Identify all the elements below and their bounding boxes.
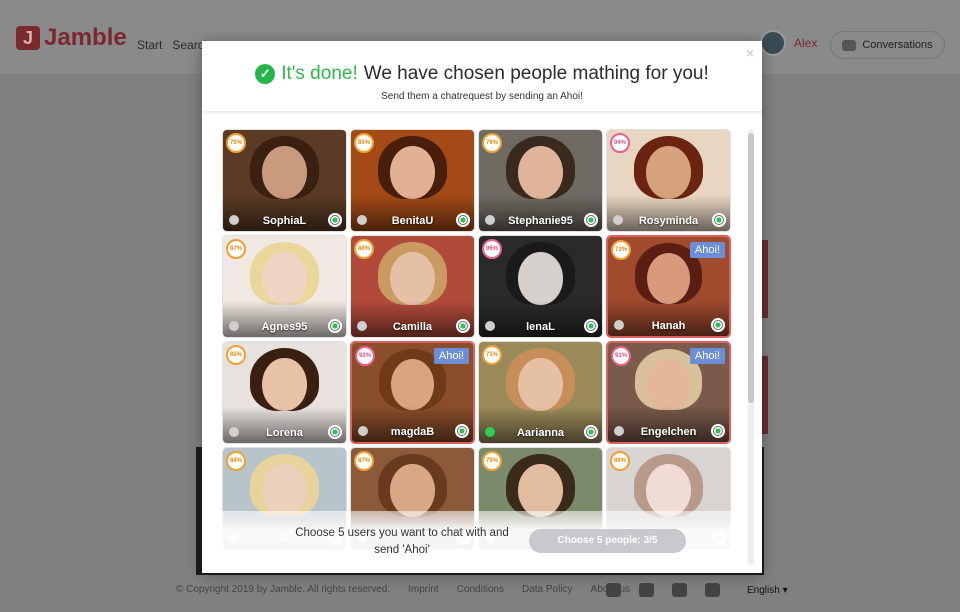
- nav-start[interactable]: Start: [137, 38, 162, 52]
- match-percentage-badge: 89%: [610, 451, 630, 471]
- choose-people-button[interactable]: Choose 5 people: 3/5: [529, 529, 686, 553]
- photo-face: [390, 464, 435, 517]
- footer-link-data-policy[interactable]: Data Policy: [522, 584, 573, 595]
- select-toggle-icon[interactable]: [712, 213, 726, 227]
- photo-face: [518, 252, 563, 305]
- photo-face: [262, 358, 307, 411]
- match-percentage-badge: 76%: [482, 133, 502, 153]
- footer-link-conditions[interactable]: Conditions: [457, 584, 504, 595]
- user-menu[interactable]: Alex: [760, 30, 817, 56]
- select-toggle-icon[interactable]: [328, 319, 342, 333]
- select-toggle-icon[interactable]: [584, 319, 598, 333]
- profile-card[interactable]: 71% Aarianna: [478, 341, 603, 444]
- youtube-icon[interactable]: [639, 583, 654, 597]
- match-percentage-badge: 85%: [354, 133, 374, 153]
- select-toggle-icon[interactable]: [455, 424, 469, 438]
- instagram-icon[interactable]: [705, 583, 720, 597]
- profile-card[interactable]: 94% Rosyminda: [606, 129, 731, 232]
- match-percentage-badge: 75%: [226, 133, 246, 153]
- profile-card[interactable]: 85% BenitaU: [350, 129, 475, 232]
- profile-card[interactable]: 88% Camilla: [350, 235, 475, 338]
- conversations-button[interactable]: Conversations: [830, 31, 945, 59]
- facebook-icon[interactable]: [672, 583, 687, 597]
- photo-face: [518, 358, 563, 411]
- photo-face: [262, 464, 307, 517]
- photo-face: [518, 146, 563, 199]
- profile-card[interactable]: 75% SophiaL: [222, 129, 347, 232]
- photo-face: [390, 252, 435, 305]
- select-toggle-icon[interactable]: [456, 319, 470, 333]
- title-text: We have chosen people mathing for you!: [363, 63, 709, 84]
- divider: [202, 111, 762, 115]
- background-panel-accent: [762, 356, 768, 434]
- twitter-icon[interactable]: [606, 583, 621, 597]
- select-toggle-icon[interactable]: [456, 213, 470, 227]
- select-toggle-icon[interactable]: [328, 213, 342, 227]
- match-percentage-badge: 73%: [611, 240, 631, 260]
- logo-mark-icon: J: [16, 26, 40, 50]
- conversations-label: Conversations: [862, 39, 933, 51]
- match-percentage-badge: 91%: [611, 346, 631, 366]
- jamble-logo[interactable]: J Jamble: [16, 24, 127, 52]
- photo-face: [646, 464, 691, 517]
- footer-link-imprint[interactable]: Imprint: [408, 584, 439, 595]
- profile-card[interactable]: 76% Stephanie95: [478, 129, 603, 232]
- language-select[interactable]: English ▾: [747, 585, 788, 596]
- select-toggle-icon[interactable]: [584, 425, 598, 439]
- main-nav: Start Search: [137, 38, 210, 52]
- profile-card[interactable]: 85% Lorena: [222, 341, 347, 444]
- profile-card[interactable]: 96% lenaL: [478, 235, 603, 338]
- footer: © Copyright 2019 by Jamble. All rights r…: [176, 584, 630, 595]
- selection-instructions: Choose 5 users you want to chat with and…: [295, 527, 509, 556]
- profile-card[interactable]: 91% Ahoi! Engelchen: [606, 341, 731, 444]
- background-panel-accent: [762, 240, 768, 318]
- match-percentage-badge: 96%: [482, 239, 502, 259]
- photo-face: [262, 252, 307, 305]
- checkmark-icon: ✓: [255, 64, 276, 84]
- ahoi-badge: Ahoi!: [689, 242, 725, 258]
- photo-face: [262, 146, 307, 199]
- select-toggle-icon[interactable]: [711, 424, 725, 438]
- photo-face: [390, 146, 435, 199]
- match-percentage-badge: 87%: [354, 451, 374, 471]
- select-toggle-icon[interactable]: [584, 213, 598, 227]
- social-links: [606, 583, 720, 597]
- modal-subtitle: Send them a chatrequest by sending an Ah…: [381, 91, 583, 102]
- match-percentage-badge: 85%: [226, 345, 246, 365]
- scrollbar-thumb[interactable]: [748, 133, 754, 403]
- modal-title: ✓ It's done! We have chosen people mathi…: [202, 63, 762, 85]
- avatar[interactable]: [760, 30, 786, 56]
- match-modal: × ✓ It's done! We have chosen people mat…: [202, 41, 762, 573]
- profile-grid: 75% SophiaL 85% BenitaU 76% Stephanie95: [222, 129, 732, 550]
- match-percentage-badge: 87%: [226, 239, 246, 259]
- match-percentage-badge: 79%: [482, 451, 502, 471]
- title-done: It's done!: [281, 63, 358, 84]
- photo-face: [646, 146, 691, 199]
- select-toggle-icon[interactable]: [328, 425, 342, 439]
- close-icon[interactable]: ×: [746, 45, 754, 61]
- photo-face: [518, 464, 563, 517]
- profile-card[interactable]: 87% Agnes95: [222, 235, 347, 338]
- footer-copyright: © Copyright 2019 by Jamble. All rights r…: [176, 584, 391, 595]
- profile-card[interactable]: 92% Ahoi! magdaB: [350, 341, 475, 444]
- match-percentage-badge: 84%: [226, 451, 246, 471]
- logo-text: Jamble: [44, 24, 127, 51]
- chat-bubble-icon: [842, 39, 857, 51]
- user-name[interactable]: Alex: [794, 36, 817, 50]
- match-percentage-badge: 88%: [354, 239, 374, 259]
- ahoi-badge: Ahoi!: [689, 348, 725, 364]
- match-percentage-badge: 94%: [610, 133, 630, 153]
- ahoi-badge: Ahoi!: [433, 348, 469, 364]
- profile-card[interactable]: 73% Ahoi! Hanah: [606, 235, 731, 338]
- scrollbar[interactable]: [748, 129, 754, 565]
- match-percentage-badge: 71%: [482, 345, 502, 365]
- select-toggle-icon[interactable]: [711, 318, 725, 332]
- match-percentage-badge: 92%: [355, 346, 375, 366]
